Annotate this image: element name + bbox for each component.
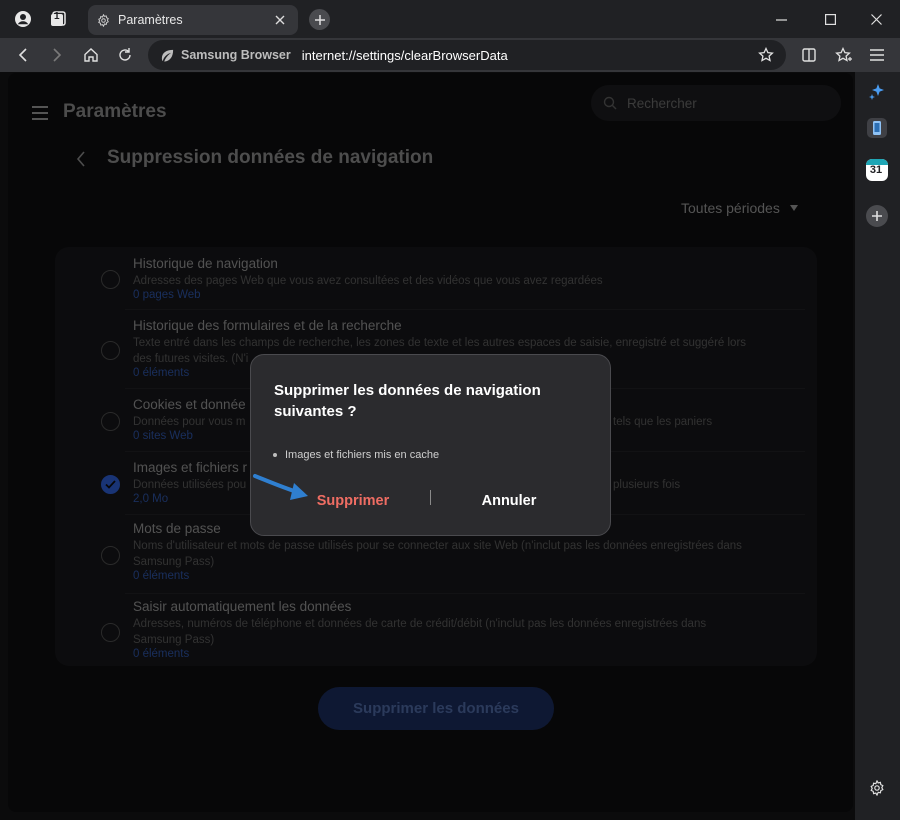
menu-button[interactable] (864, 42, 890, 68)
profile-icon[interactable] (12, 8, 34, 30)
ai-sparkle-icon[interactable] (865, 80, 889, 104)
tab-count: 1 (54, 11, 60, 22)
sidebar-settings-gear-icon[interactable] (865, 776, 889, 800)
bookmark-star-icon[interactable] (758, 47, 774, 63)
new-tab-button[interactable] (309, 9, 330, 30)
tab-settings[interactable]: Paramètres (88, 5, 298, 35)
maximize-button[interactable] (815, 4, 845, 34)
forward-arrow-icon (53, 48, 62, 62)
reload-button[interactable] (112, 42, 138, 68)
tab-manager-icon[interactable]: 1 (47, 8, 69, 30)
title-bar: 1 Paramètres (0, 0, 900, 38)
phone-app-icon[interactable] (865, 116, 889, 140)
tab-title: Paramètres (118, 13, 183, 27)
tab-close-icon[interactable] (268, 8, 292, 32)
samsung-leaf-icon (160, 48, 175, 63)
browser-brand: Samsung Browser (181, 48, 291, 62)
button-separator (430, 490, 431, 505)
address-bar[interactable]: Samsung Browser internet://settings/clea… (148, 40, 786, 70)
close-window-button[interactable] (861, 4, 891, 34)
annotation-arrow-icon (253, 474, 308, 500)
back-button[interactable] (10, 42, 36, 68)
reload-icon (119, 48, 131, 61)
url-text[interactable]: internet://settings/clearBrowserData (302, 48, 758, 63)
forward-button[interactable] (44, 42, 70, 68)
split-view-button[interactable] (796, 42, 822, 68)
home-icon (84, 48, 98, 62)
bookmarks-star-icon (834, 46, 852, 62)
add-sidebar-app-button[interactable] (865, 204, 889, 228)
dialog-title: Supprimer les données de navigation suiv… (274, 382, 541, 420)
bullet-dot (273, 453, 277, 457)
confirm-delete-button[interactable]: Supprimer (311, 489, 395, 513)
minimize-button[interactable] (766, 4, 796, 34)
plus-icon (314, 14, 325, 25)
calendar-app-icon[interactable]: 31 (865, 158, 889, 182)
bookmarks-button[interactable] (830, 42, 856, 68)
browser-toolbar: Samsung Browser internet://settings/clea… (0, 38, 900, 72)
add-icon (866, 205, 888, 227)
settings-gear-icon (97, 13, 110, 27)
dialog-item-label: Images et fichiers mis en cache (285, 449, 440, 461)
home-button[interactable] (78, 42, 104, 68)
menu-icon (870, 49, 884, 61)
calendar-day: 31 (869, 164, 883, 176)
split-view-icon (802, 48, 816, 62)
right-sidebar: 31 (855, 72, 900, 820)
dialog-item: Images et fichiers mis en cache (273, 449, 439, 461)
confirm-dialog: Supprimer les données de navigation suiv… (250, 354, 611, 536)
back-arrow-icon (18, 48, 27, 62)
cancel-button[interactable]: Annuler (473, 489, 545, 513)
